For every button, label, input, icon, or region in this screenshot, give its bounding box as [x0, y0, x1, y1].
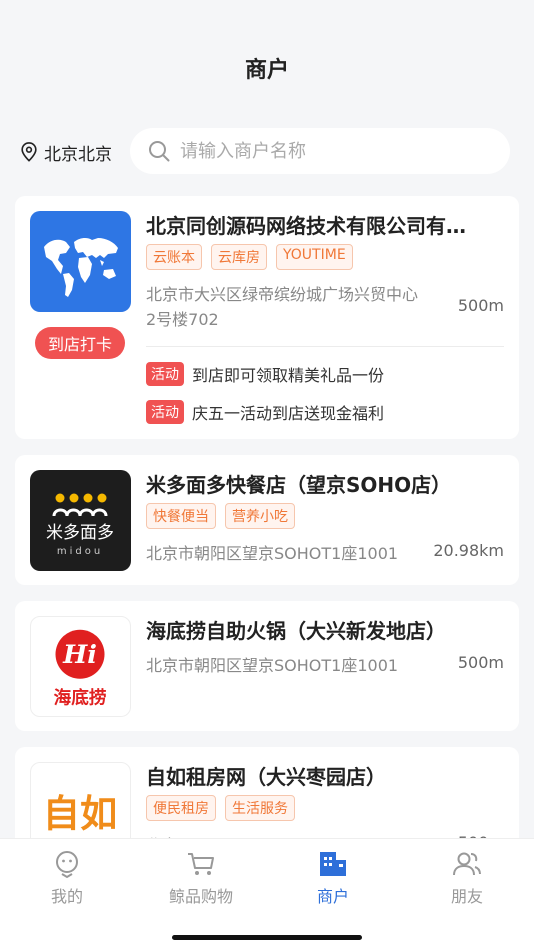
merchant-logo: Hi 海底捞 — [30, 616, 131, 717]
logo-text: 自如 — [43, 792, 117, 836]
location-pin-icon — [21, 142, 37, 162]
merchant-name: 米多面多快餐店（望京SOHO店） — [146, 473, 452, 497]
merchant-distance: 500m — [457, 653, 504, 672]
merchant-logo: 米多面多 midou — [30, 470, 131, 571]
search-box[interactable] — [130, 128, 510, 174]
merchant-distance: 20.98km — [433, 541, 504, 560]
merchant-tag: 便民租房 — [146, 795, 216, 821]
logo-text: 米多面多 — [46, 523, 114, 543]
tab-profile[interactable]: 我的 — [0, 849, 134, 909]
page-title: 商户 — [244, 58, 289, 83]
activity-text: 庆五一活动到店送现金福利 — [192, 404, 385, 423]
search-icon — [149, 141, 170, 162]
activity-row: 活动 到店即可领取精美礼品一份 — [146, 362, 384, 386]
logo-mark: Hi — [62, 640, 97, 670]
checkin-button[interactable]: 到店打卡 — [35, 327, 125, 359]
merchant-tag: YOUTIME — [276, 244, 353, 270]
tab-friends[interactable]: 朋友 — [400, 849, 534, 909]
tab-label: 鲸品购物 — [168, 887, 233, 906]
logo-subtext: midou — [57, 546, 103, 557]
activity-row: 活动 庆五一活动到店送现金福利 — [146, 400, 384, 424]
activity-text: 到店即可领取精美礼品一份 — [192, 366, 385, 385]
merchant-tag: 生活服务 — [225, 795, 295, 821]
merchant-logo — [30, 211, 131, 312]
merchant-tag: 快餐便当 — [146, 503, 216, 529]
tab-merchants[interactable]: 商户 — [266, 849, 400, 909]
search-row: 北京北京 — [0, 128, 534, 176]
logo-text: 海底捞 — [54, 686, 107, 708]
merchant-tags: 便民租房 生活服务 — [146, 795, 295, 821]
cart-icon — [188, 853, 214, 875]
merchant-card[interactable]: 米多面多 midou 米多面多快餐店（望京SOHO店） 快餐便当 营养小吃 北京… — [15, 455, 519, 585]
header: 商户 — [0, 0, 534, 120]
location-label: 北京北京 — [44, 144, 112, 165]
merchant-tags: 云账本 云库房 YOUTIME — [146, 244, 353, 270]
merchant-name: 自如租房网（大兴枣园店） — [146, 765, 386, 789]
home-indicator — [172, 935, 362, 940]
merchant-card[interactable]: Hi 海底捞 海底捞自助火锅（大兴新发地店） 北京市朝阳区望京SOHOT1座10… — [15, 601, 519, 731]
merchant-tag: 云账本 — [146, 244, 202, 270]
merchant-card[interactable]: 到店打卡 北京同创源码网络技术有限公司有… 云账本 云库房 YOUTIME 北京… — [15, 196, 519, 439]
merchant-address: 北京市朝阳区望京SOHOT1座1001 — [146, 656, 399, 675]
merchant-address: 北京市大兴区绿帝缤纷城广场兴贸中心2号楼702 — [146, 285, 419, 329]
location-selector[interactable]: 北京北京 — [20, 140, 112, 165]
activity-badge: 活动 — [146, 400, 184, 424]
merchant-icon — [320, 852, 346, 876]
merchant-distance: 500m — [457, 296, 504, 315]
search-input[interactable] — [180, 140, 480, 162]
merchant-tags: 快餐便当 营养小吃 — [146, 503, 295, 529]
tab-bar: 我的 鲸品购物 商户 朋友 — [0, 838, 534, 950]
merchant-name: 海底捞自助火锅（大兴新发地店） — [146, 619, 446, 643]
divider — [146, 346, 504, 347]
merchant-tag: 营养小吃 — [225, 503, 295, 529]
merchant-address: 北京市朝阳区望京SOHOT1座1001 — [146, 544, 399, 563]
tab-shopping[interactable]: 鲸品购物 — [134, 849, 268, 909]
tab-label: 商户 — [316, 887, 349, 906]
tab-label: 我的 — [50, 887, 83, 906]
activity-badge: 活动 — [146, 362, 184, 386]
haidilao-logo-icon: Hi 海底捞 — [54, 629, 107, 708]
merchant-name: 北京同创源码网络技术有限公司有… — [146, 214, 466, 238]
merchant-tag: 云库房 — [211, 244, 267, 270]
midou-logo-icon: 米多面多 midou — [46, 493, 114, 557]
merchant-list: 到店打卡 北京同创源码网络技术有限公司有… 云账本 云库房 YOUTIME 北京… — [15, 196, 519, 913]
tab-label: 朋友 — [450, 887, 483, 906]
world-map-icon — [44, 237, 118, 297]
profile-icon — [56, 851, 78, 879]
friends-icon — [453, 852, 481, 876]
